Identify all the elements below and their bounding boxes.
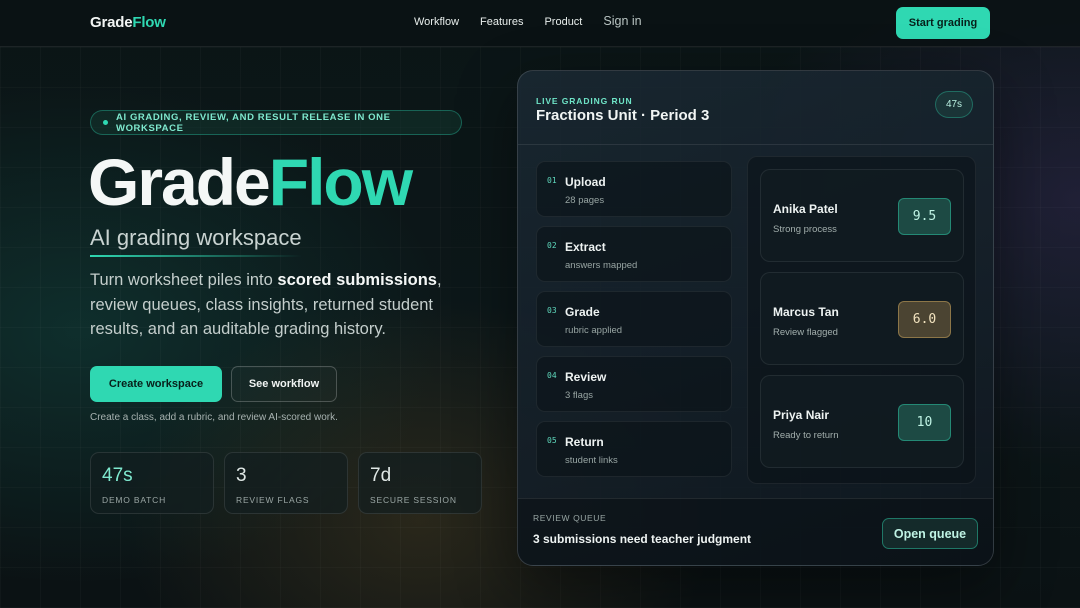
- step-title: Return: [565, 435, 604, 449]
- step-extract[interactable]: 02 Extract answers mapped: [536, 226, 732, 282]
- pill-text: AI GRADING, REVIEW, AND RESULT RELEASE I…: [116, 111, 391, 134]
- step-title: Extract: [565, 240, 606, 254]
- step-review[interactable]: 04 Review 3 flags: [536, 356, 732, 412]
- run-title: Fractions Unit · Period 3: [536, 107, 710, 124]
- student-card-anika-patel[interactable]: Anika Patel Strong process 9.5: [760, 169, 964, 262]
- step-title: Review: [565, 370, 607, 384]
- top-nav: GradeFlow Workflow Features Product Sign…: [0, 0, 1080, 47]
- helper-text: Create a class, add a rubric, and review…: [90, 412, 338, 423]
- logo-part-grade: Grade: [90, 14, 133, 31]
- step-number: 05: [547, 436, 557, 445]
- panel-header: LIVE GRADING RUN Fractions Unit · Period…: [518, 71, 993, 145]
- nav-link-workflow[interactable]: Workflow: [414, 16, 459, 28]
- desc-bold: scored submissions: [277, 271, 437, 289]
- pipeline-steps: 01 Upload 28 pages 02 Extract answers ma…: [536, 161, 732, 486]
- stat-value: 47s: [102, 465, 133, 486]
- review-queue-text: 3 submissions need teacher judgment: [533, 532, 752, 546]
- student-name: Marcus Tan: [773, 305, 839, 319]
- stat-card-review-flags: 3 REVIEW FLAGS: [224, 452, 348, 514]
- step-sub: 3 flags: [565, 390, 593, 401]
- stat-label: SECURE SESSION: [370, 495, 457, 505]
- timer-badge: 47s: [935, 91, 973, 118]
- create-workspace-button[interactable]: Create workspace: [90, 366, 222, 402]
- live-label: LIVE GRADING RUN: [536, 96, 633, 106]
- hero-title-flow: Flow: [268, 145, 413, 219]
- step-title: Grade: [565, 305, 600, 319]
- student-card-priya-nair[interactable]: Priya Nair Ready to return 10: [760, 375, 964, 468]
- student-card-marcus-tan[interactable]: Marcus Tan Review flagged 6.0: [760, 272, 964, 365]
- grading-run-panel: LIVE GRADING RUN Fractions Unit · Period…: [517, 70, 994, 566]
- step-number: 04: [547, 371, 557, 380]
- student-results-list: Anika Patel Strong process 9.5 Marcus Ta…: [747, 156, 976, 484]
- step-title: Upload: [565, 175, 606, 189]
- step-sub: 28 pages: [565, 195, 605, 206]
- pill-dot-icon: [103, 120, 108, 125]
- sign-in-link[interactable]: Sign in: [603, 14, 641, 28]
- desc-pre: Turn worksheet piles into: [90, 271, 278, 289]
- step-number: 01: [547, 176, 557, 185]
- student-status: Review flagged: [773, 327, 838, 338]
- hero-title-grade: Grade: [88, 145, 271, 219]
- stat-label: DEMO BATCH: [102, 495, 167, 505]
- step-sub: rubric applied: [565, 325, 623, 336]
- score-badge: 9.5: [898, 198, 951, 235]
- step-sub: answers mapped: [565, 260, 638, 271]
- step-grade[interactable]: 03 Grade rubric applied: [536, 291, 732, 347]
- nav-link-product[interactable]: Product: [544, 16, 582, 28]
- see-workflow-button[interactable]: See workflow: [231, 366, 337, 402]
- step-number: 03: [547, 306, 557, 315]
- open-queue-button[interactable]: Open queue: [882, 518, 978, 549]
- student-status: Ready to return: [773, 430, 839, 441]
- start-grading-button[interactable]: Start grading: [896, 7, 990, 39]
- review-queue-footer: REVIEW QUEUE 3 submissions need teacher …: [518, 498, 993, 565]
- hero-subtitle: AI grading workspace: [90, 225, 302, 250]
- step-number: 02: [547, 241, 557, 250]
- review-queue-label: REVIEW QUEUE: [533, 513, 607, 523]
- hero-pill-badge: AI GRADING, REVIEW, AND RESULT RELEASE I…: [90, 110, 462, 135]
- step-return[interactable]: 05 Return student links: [536, 421, 732, 477]
- logo[interactable]: GradeFlow: [90, 14, 166, 31]
- student-status: Strong process: [773, 224, 837, 235]
- student-name: Anika Patel: [773, 202, 838, 216]
- subtitle-underline: [90, 255, 302, 257]
- stat-value: 7d: [370, 465, 392, 486]
- score-badge: 10: [898, 404, 951, 441]
- stat-label: REVIEW FLAGS: [236, 495, 310, 505]
- stats-row: 47s DEMO BATCH 3 REVIEW FLAGS 7d SECURE …: [90, 452, 482, 514]
- logo-part-flow: Flow: [132, 14, 166, 31]
- hero-description: Turn worksheet piles into scored submiss…: [90, 268, 460, 342]
- score-badge: 6.0: [898, 301, 951, 338]
- step-upload[interactable]: 01 Upload 28 pages: [536, 161, 732, 217]
- nav-links: Workflow Features Product Sign in: [414, 14, 642, 28]
- student-name: Priya Nair: [773, 408, 830, 422]
- stat-card-secure-session: 7d SECURE SESSION: [358, 452, 482, 514]
- nav-link-features[interactable]: Features: [480, 16, 523, 28]
- hero-title: GradeFlow: [88, 145, 413, 219]
- stat-card-demo-batch: 47s DEMO BATCH: [90, 452, 214, 514]
- stat-value: 3: [236, 465, 247, 486]
- step-sub: student links: [565, 455, 618, 466]
